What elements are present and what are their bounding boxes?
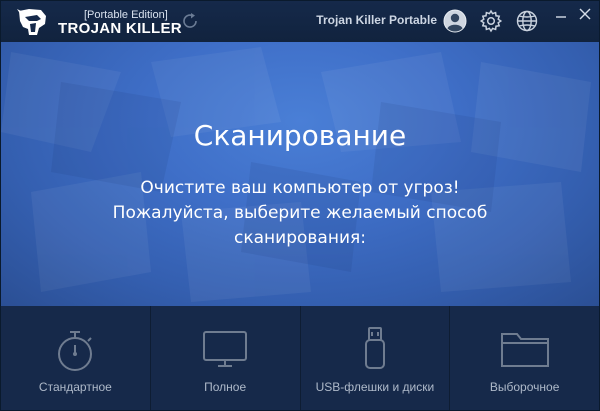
scan-option-label: Выборочное <box>489 380 560 394</box>
app-name: TROJAN KILLER <box>58 20 182 37</box>
product-label: Trojan Killer Portable <box>316 13 437 27</box>
scan-option-label: USB-флешки и диски <box>315 380 435 394</box>
title-bar[interactable]: [Portable Edition] TROJAN KILLER Trojan … <box>1 1 599 42</box>
background-texture <box>1 47 591 302</box>
settings-gear-icon[interactable] <box>479 9 503 33</box>
folder-icon <box>500 333 549 367</box>
close-icon[interactable] <box>578 7 592 21</box>
refresh-icon[interactable] <box>180 11 200 31</box>
scan-option-custom[interactable]: Выборочное <box>450 306 599 410</box>
instruction-line-3: сканирования: <box>234 228 366 248</box>
scan-option-label: Полное <box>204 380 247 394</box>
user-account-icon[interactable] <box>443 9 467 33</box>
scan-options-bar: Стандартное Полное USB-флешки и диски Вы… <box>1 306 599 410</box>
app-window: [Portable Edition] TROJAN KILLER Trojan … <box>0 0 600 411</box>
instruction-line-1: Очистите ваш компьютер от угроз! <box>140 178 460 198</box>
scan-option-label: Стандартное <box>38 380 112 394</box>
usb-drive-icon <box>364 327 385 369</box>
scan-option-full[interactable]: Полное <box>151 306 301 410</box>
instruction-line-2: Пожалуйста, выберите желаемый способ <box>112 203 488 223</box>
minimize-icon[interactable] <box>554 9 568 23</box>
scan-hero-panel: Сканирование Очистите ваш компьютер от у… <box>1 42 599 306</box>
scan-option-standard[interactable]: Стандартное <box>1 306 151 410</box>
language-globe-icon[interactable] <box>515 9 539 33</box>
stopwatch-icon <box>58 331 93 371</box>
monitor-icon <box>203 331 248 367</box>
scan-option-usb[interactable]: USB-флешки и диски <box>301 306 451 410</box>
page-title: Сканирование <box>193 119 407 152</box>
trojan-helmet-logo-icon <box>17 9 46 35</box>
scan-instructions: Очистите ваш компьютер от угроз! Пожалуй… <box>1 176 599 251</box>
